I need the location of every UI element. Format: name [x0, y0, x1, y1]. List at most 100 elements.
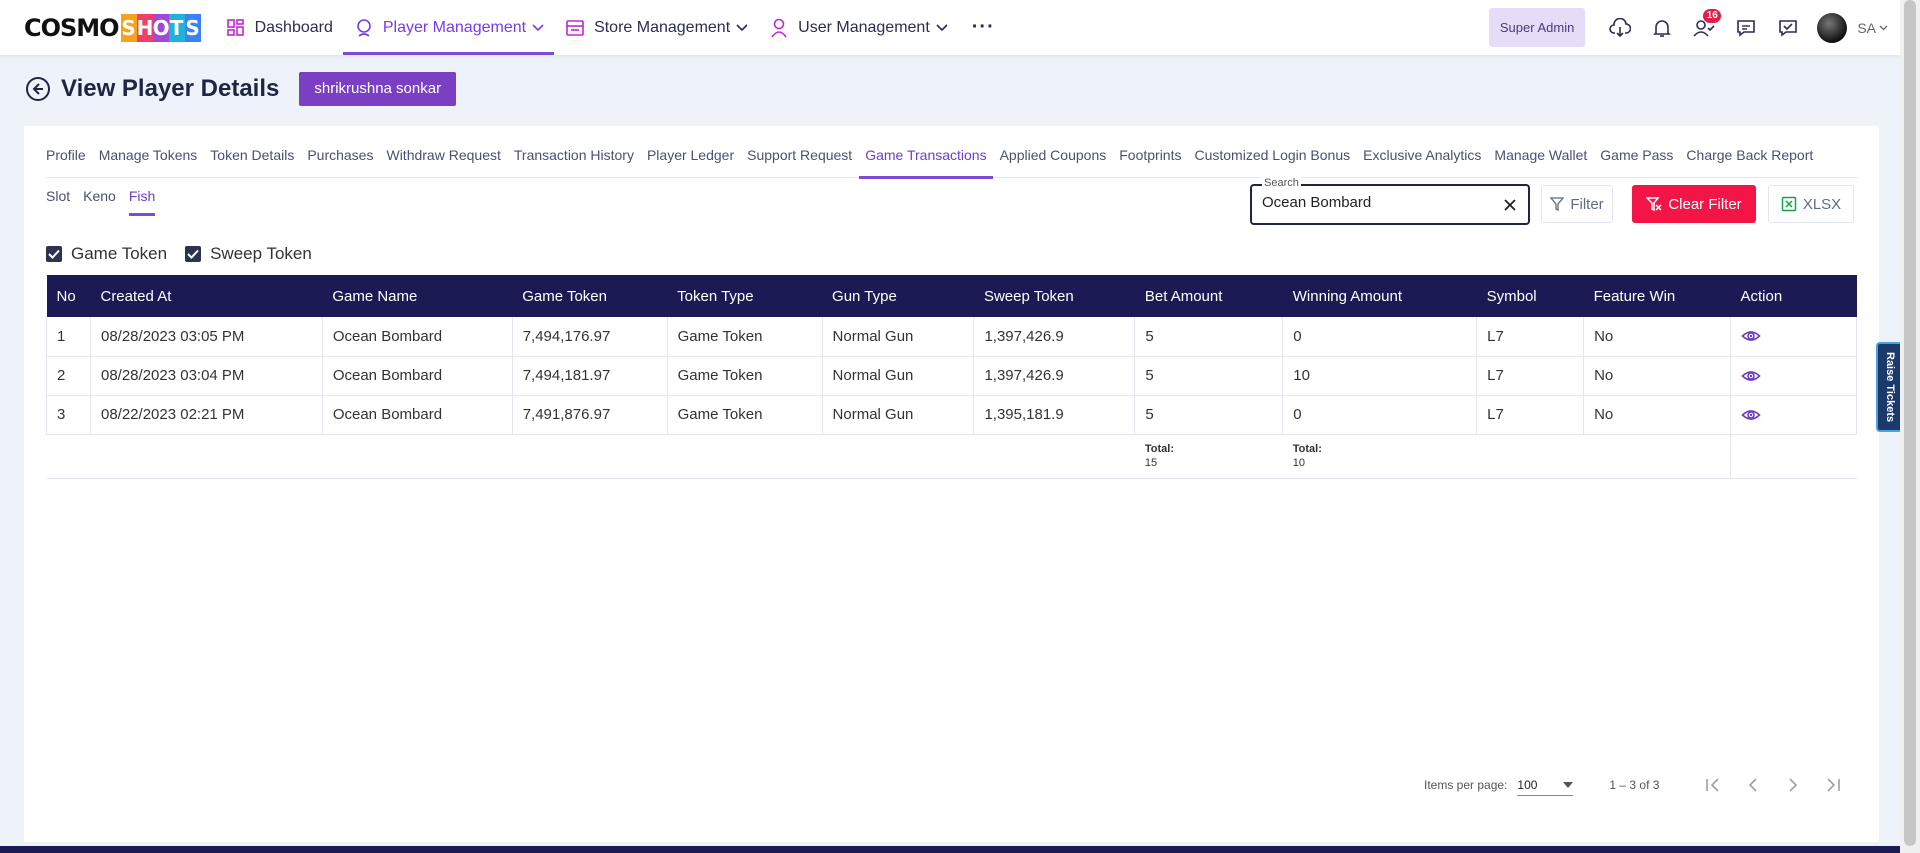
cloud-download-icon[interactable]: [1599, 7, 1641, 49]
tab-game-pass[interactable]: Game Pass: [1594, 142, 1679, 178]
token-checkboxes: Game Token Sweep Token: [46, 244, 330, 264]
column-header: Bet Amount: [1134, 275, 1283, 317]
tab-footprints[interactable]: Footprints: [1113, 142, 1187, 178]
search-field[interactable]: Search: [1250, 177, 1530, 225]
table-header-row: No Created At Game Name Game Token Token Typ…: [46, 275, 1857, 317]
xlsx-export-button[interactable]: XLSX: [1768, 185, 1854, 223]
tab-player-ledger[interactable]: Player Ledger: [641, 142, 740, 178]
user-menu[interactable]: SA: [1857, 20, 1888, 36]
user-requests-icon[interactable]: 16: [1683, 7, 1725, 49]
table-cell: 08/28/2023 03:04 PM: [90, 356, 323, 396]
tab-withdraw-request[interactable]: Withdraw Request: [380, 142, 506, 178]
table-cell: [1476, 434, 1731, 479]
table-cell: 7,494,176.97: [512, 317, 668, 357]
next-page-icon[interactable]: [1773, 770, 1813, 800]
avatar[interactable]: [1817, 12, 1848, 43]
xlsx-label: XLSX: [1802, 195, 1842, 213]
paginator: Items per page: 100 1 – 3 of 3: [1424, 770, 1853, 800]
table-cell: No: [1583, 395, 1731, 435]
table-cell: No: [1583, 317, 1731, 357]
total-label: Total:: [1144, 443, 1174, 455]
table-cell: No: [1583, 356, 1731, 396]
subtab-keno[interactable]: Keno: [83, 186, 116, 216]
page-title-row: View Player Details shrikrushna sonkar: [25, 72, 457, 106]
totals-row: Total: 15 Total: 10: [46, 434, 1857, 479]
column-header: Winning Amount: [1282, 275, 1477, 317]
nav-dashboard[interactable]: Dashboard: [215, 0, 343, 55]
nav-player-management[interactable]: Player Management: [342, 0, 555, 55]
page-size-select[interactable]: 100: [1517, 774, 1574, 796]
table-cell: 5: [1134, 356, 1284, 396]
subtab-slot[interactable]: Slot: [46, 186, 70, 216]
last-page-icon[interactable]: [1813, 770, 1853, 800]
dashboard-icon: [225, 17, 247, 39]
column-header: Created At: [90, 275, 323, 317]
checkbox-checked-icon[interactable]: [46, 246, 62, 262]
vertical-scrollbar[interactable]: [1900, 0, 1920, 853]
table-cell: 1: [46, 317, 91, 357]
back-arrow-icon[interactable]: [25, 76, 51, 102]
chat-icon[interactable]: [1725, 7, 1767, 49]
total-winning-cell: Total: 10: [1282, 434, 1477, 479]
first-page-icon[interactable]: [1693, 770, 1733, 800]
tab-manage-wallet[interactable]: Manage Wallet: [1488, 142, 1593, 178]
nav-store-management[interactable]: Store Management: [554, 0, 758, 55]
game-token-checkbox[interactable]: Game Token: [46, 244, 167, 264]
eye-icon[interactable]: [1741, 326, 1761, 346]
checkbox-label: Sweep Token: [210, 244, 312, 263]
tab-transaction-history[interactable]: Transaction History: [508, 142, 640, 178]
table-cell: 5: [1134, 395, 1284, 435]
logo-letter: T: [168, 13, 185, 42]
message-check-icon[interactable]: [1767, 7, 1809, 49]
tab-token-details[interactable]: Token Details: [204, 142, 300, 178]
eye-icon[interactable]: [1741, 366, 1761, 386]
checkbox-checked-icon[interactable]: [185, 246, 202, 262]
search-input[interactable]: [1262, 194, 1482, 211]
content-card: Profile Manage Tokens Token Details Purchas…: [24, 126, 1879, 842]
scrollbar-thumb[interactable]: [1904, 0, 1916, 846]
logo-text: COSMO: [24, 13, 120, 42]
more-menu-button[interactable]: ···: [958, 16, 1009, 39]
close-icon[interactable]: [1500, 195, 1520, 215]
column-header: Game Name: [322, 275, 513, 317]
table-cell: 3: [46, 395, 91, 435]
tab-support-request[interactable]: Support Request: [741, 142, 858, 178]
tab-exclusive-analytics[interactable]: Exclusive Analytics: [1357, 142, 1487, 178]
sweep-token-checkbox[interactable]: Sweep Token: [185, 244, 312, 264]
logo[interactable]: COSMO SHOTS: [24, 0, 201, 55]
bell-icon[interactable]: [1641, 7, 1683, 49]
filter-button-label: Filter: [1570, 195, 1604, 213]
table-cell: [1730, 434, 1857, 479]
table-cell: Game Token: [667, 317, 823, 357]
tab-profile[interactable]: Profile: [46, 142, 92, 178]
nav-user-management[interactable]: User Management: [758, 0, 958, 55]
table-cell: 7,491,876.97: [512, 395, 668, 435]
person-icon: [768, 17, 790, 39]
tab-applied-coupons[interactable]: Applied Coupons: [994, 142, 1113, 178]
table-cell: 1,395,181.9: [973, 395, 1136, 435]
tab-charge-back-report[interactable]: Charge Back Report: [1680, 142, 1819, 178]
tab-customized-login-bonus[interactable]: Customized Login Bonus: [1188, 142, 1356, 178]
table-cell: L7: [1476, 317, 1585, 357]
previous-page-icon[interactable]: [1733, 770, 1773, 800]
clear-filter-button[interactable]: Clear Filter: [1632, 185, 1756, 223]
tab-purchases[interactable]: Purchases: [301, 142, 379, 178]
tab-game-transactions[interactable]: Game Transactions: [859, 142, 993, 179]
logo-letter: H: [136, 13, 154, 42]
subtab-fish[interactable]: Fish: [128, 186, 156, 216]
game-subtabs: Slot Keno Fish: [46, 186, 168, 216]
logo-letter: S: [120, 13, 137, 42]
header-right: Super Admin 16 SA: [1488, 0, 1900, 55]
chevron-down-icon: [736, 19, 748, 37]
page-range: 1 – 3 of 3: [1609, 778, 1660, 792]
column-header: Game Token: [512, 275, 668, 317]
eye-icon[interactable]: [1741, 405, 1761, 425]
footer-strip: [0, 846, 1900, 853]
tab-manage-tokens[interactable]: Manage Tokens: [93, 142, 204, 178]
table-row: 3 08/22/2023 02:21 PM Ocean Bombard 7,491,8…: [46, 395, 1858, 435]
checkbox-label: Game Token: [71, 244, 168, 263]
search-label: Search: [1262, 177, 1301, 189]
column-header: Symbol: [1476, 275, 1584, 317]
filter-button[interactable]: Filter: [1541, 185, 1613, 223]
chevron-down-icon: [532, 19, 544, 37]
